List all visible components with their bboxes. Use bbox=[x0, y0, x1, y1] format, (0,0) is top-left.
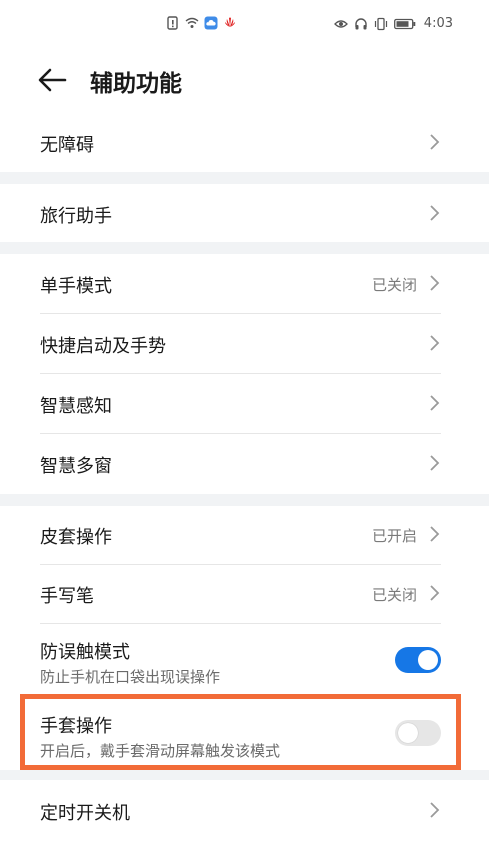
group-separator bbox=[0, 242, 489, 254]
chevron-right-icon bbox=[430, 585, 440, 601]
status-right-icons: 4:03 bbox=[333, 16, 453, 31]
item-label: 智慧感知 bbox=[40, 396, 112, 417]
status-bar: 4:03 bbox=[0, 0, 489, 50]
item-label: 手写笔 bbox=[40, 586, 94, 607]
glove-mode-toggle[interactable] bbox=[395, 720, 441, 746]
settings-group: 单手模式 已关闭 快捷启动及手势 智慧感知 智慧多窗 bbox=[0, 254, 489, 494]
headset-icon bbox=[355, 17, 367, 29]
battery-icon bbox=[393, 18, 416, 29]
item-status: 已开启 bbox=[371, 527, 417, 545]
group-separator bbox=[0, 770, 489, 780]
settings-group: 旅行助手 bbox=[0, 184, 489, 242]
toggle-knob bbox=[398, 723, 418, 743]
eye-icon bbox=[333, 19, 348, 28]
status-left-icons bbox=[166, 16, 237, 30]
item-label: 定时开关机 bbox=[40, 803, 130, 824]
item-label: 智慧多窗 bbox=[40, 456, 112, 477]
settings-item-accessibility[interactable]: 无障碍 bbox=[40, 112, 441, 172]
item-label: 手套操作 bbox=[40, 716, 112, 737]
item-label: 防误触模式 bbox=[40, 642, 130, 663]
settings-item-travel-assistant[interactable]: 旅行助手 bbox=[40, 184, 441, 242]
vibrate-icon bbox=[374, 17, 387, 30]
item-subtitle: 开启后，戴手套滑动屏幕触发该模式 bbox=[40, 742, 281, 760]
settings-group: 皮套操作 已开启 手写笔 已关闭 防误触模式 防止手机在口袋出现误操作 手套操作… bbox=[0, 506, 489, 770]
group-separator bbox=[0, 494, 489, 506]
item-label: 单手模式 bbox=[40, 276, 112, 297]
chevron-right-icon bbox=[430, 802, 440, 818]
settings-item-stylus[interactable]: 手写笔 已关闭 bbox=[40, 565, 441, 623]
item-label: 快捷启动及手势 bbox=[40, 336, 166, 357]
settings-item-smart-multi-window[interactable]: 智慧多窗 bbox=[40, 434, 441, 494]
chevron-right-icon bbox=[430, 335, 440, 351]
toggle-knob bbox=[418, 650, 438, 670]
item-status: 已关闭 bbox=[371, 586, 417, 604]
wifi-icon bbox=[185, 17, 199, 28]
item-label: 皮套操作 bbox=[40, 527, 112, 548]
huawei-icon bbox=[225, 17, 235, 27]
chevron-right-icon bbox=[430, 526, 440, 542]
chevron-right-icon bbox=[430, 134, 440, 150]
settings-item-one-hand-mode[interactable]: 单手模式 已关闭 bbox=[40, 254, 441, 313]
chevron-right-icon bbox=[430, 455, 440, 471]
status-time: 4:03 bbox=[423, 16, 453, 31]
group-separator bbox=[0, 172, 489, 184]
chevron-right-icon bbox=[430, 395, 440, 411]
settings-item-shortcuts-gestures[interactable]: 快捷启动及手势 bbox=[40, 314, 441, 373]
accidental-touch-toggle[interactable] bbox=[395, 647, 441, 673]
item-label: 无障碍 bbox=[40, 135, 94, 156]
settings-item-cover-operation[interactable]: 皮套操作 已开启 bbox=[40, 506, 441, 564]
page-title: 辅助功能 bbox=[90, 71, 182, 97]
cloud-icon bbox=[204, 16, 218, 30]
settings-item-smart-awareness[interactable]: 智慧感知 bbox=[40, 374, 441, 433]
back-button[interactable] bbox=[34, 62, 70, 98]
chevron-right-icon bbox=[430, 275, 440, 291]
settings-item-glove-mode[interactable]: 手套操作 开启后，戴手套滑动屏幕触发该模式 bbox=[40, 698, 441, 770]
arrow-left-icon bbox=[38, 68, 67, 92]
settings-item-accidental-touch[interactable]: 防误触模式 防止手机在口袋出现误操作 bbox=[40, 624, 441, 696]
app-bar: 辅助功能 bbox=[0, 50, 489, 110]
settings-group: 定时开关机 bbox=[0, 780, 489, 851]
sim-alert-icon bbox=[167, 16, 178, 30]
item-status: 已关闭 bbox=[371, 276, 417, 294]
settings-item-scheduled-power[interactable]: 定时开关机 bbox=[40, 780, 441, 840]
chevron-right-icon bbox=[430, 205, 440, 221]
item-subtitle: 防止手机在口袋出现误操作 bbox=[40, 668, 221, 686]
settings-group: 无障碍 bbox=[0, 112, 489, 172]
item-label: 旅行助手 bbox=[40, 206, 112, 227]
